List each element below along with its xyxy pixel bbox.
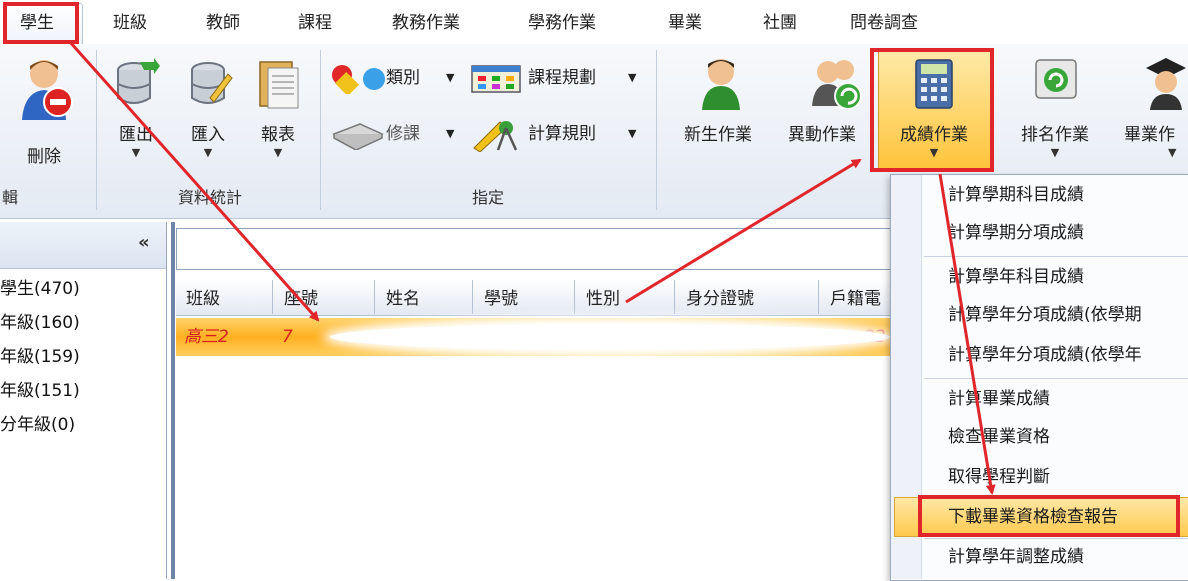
arrow-grades-to-report	[938, 173, 996, 495]
arrow-row-to-grades	[625, 158, 862, 304]
arrow-tab-to-row	[68, 41, 320, 322]
annotation-arrows	[68, 41, 996, 495]
